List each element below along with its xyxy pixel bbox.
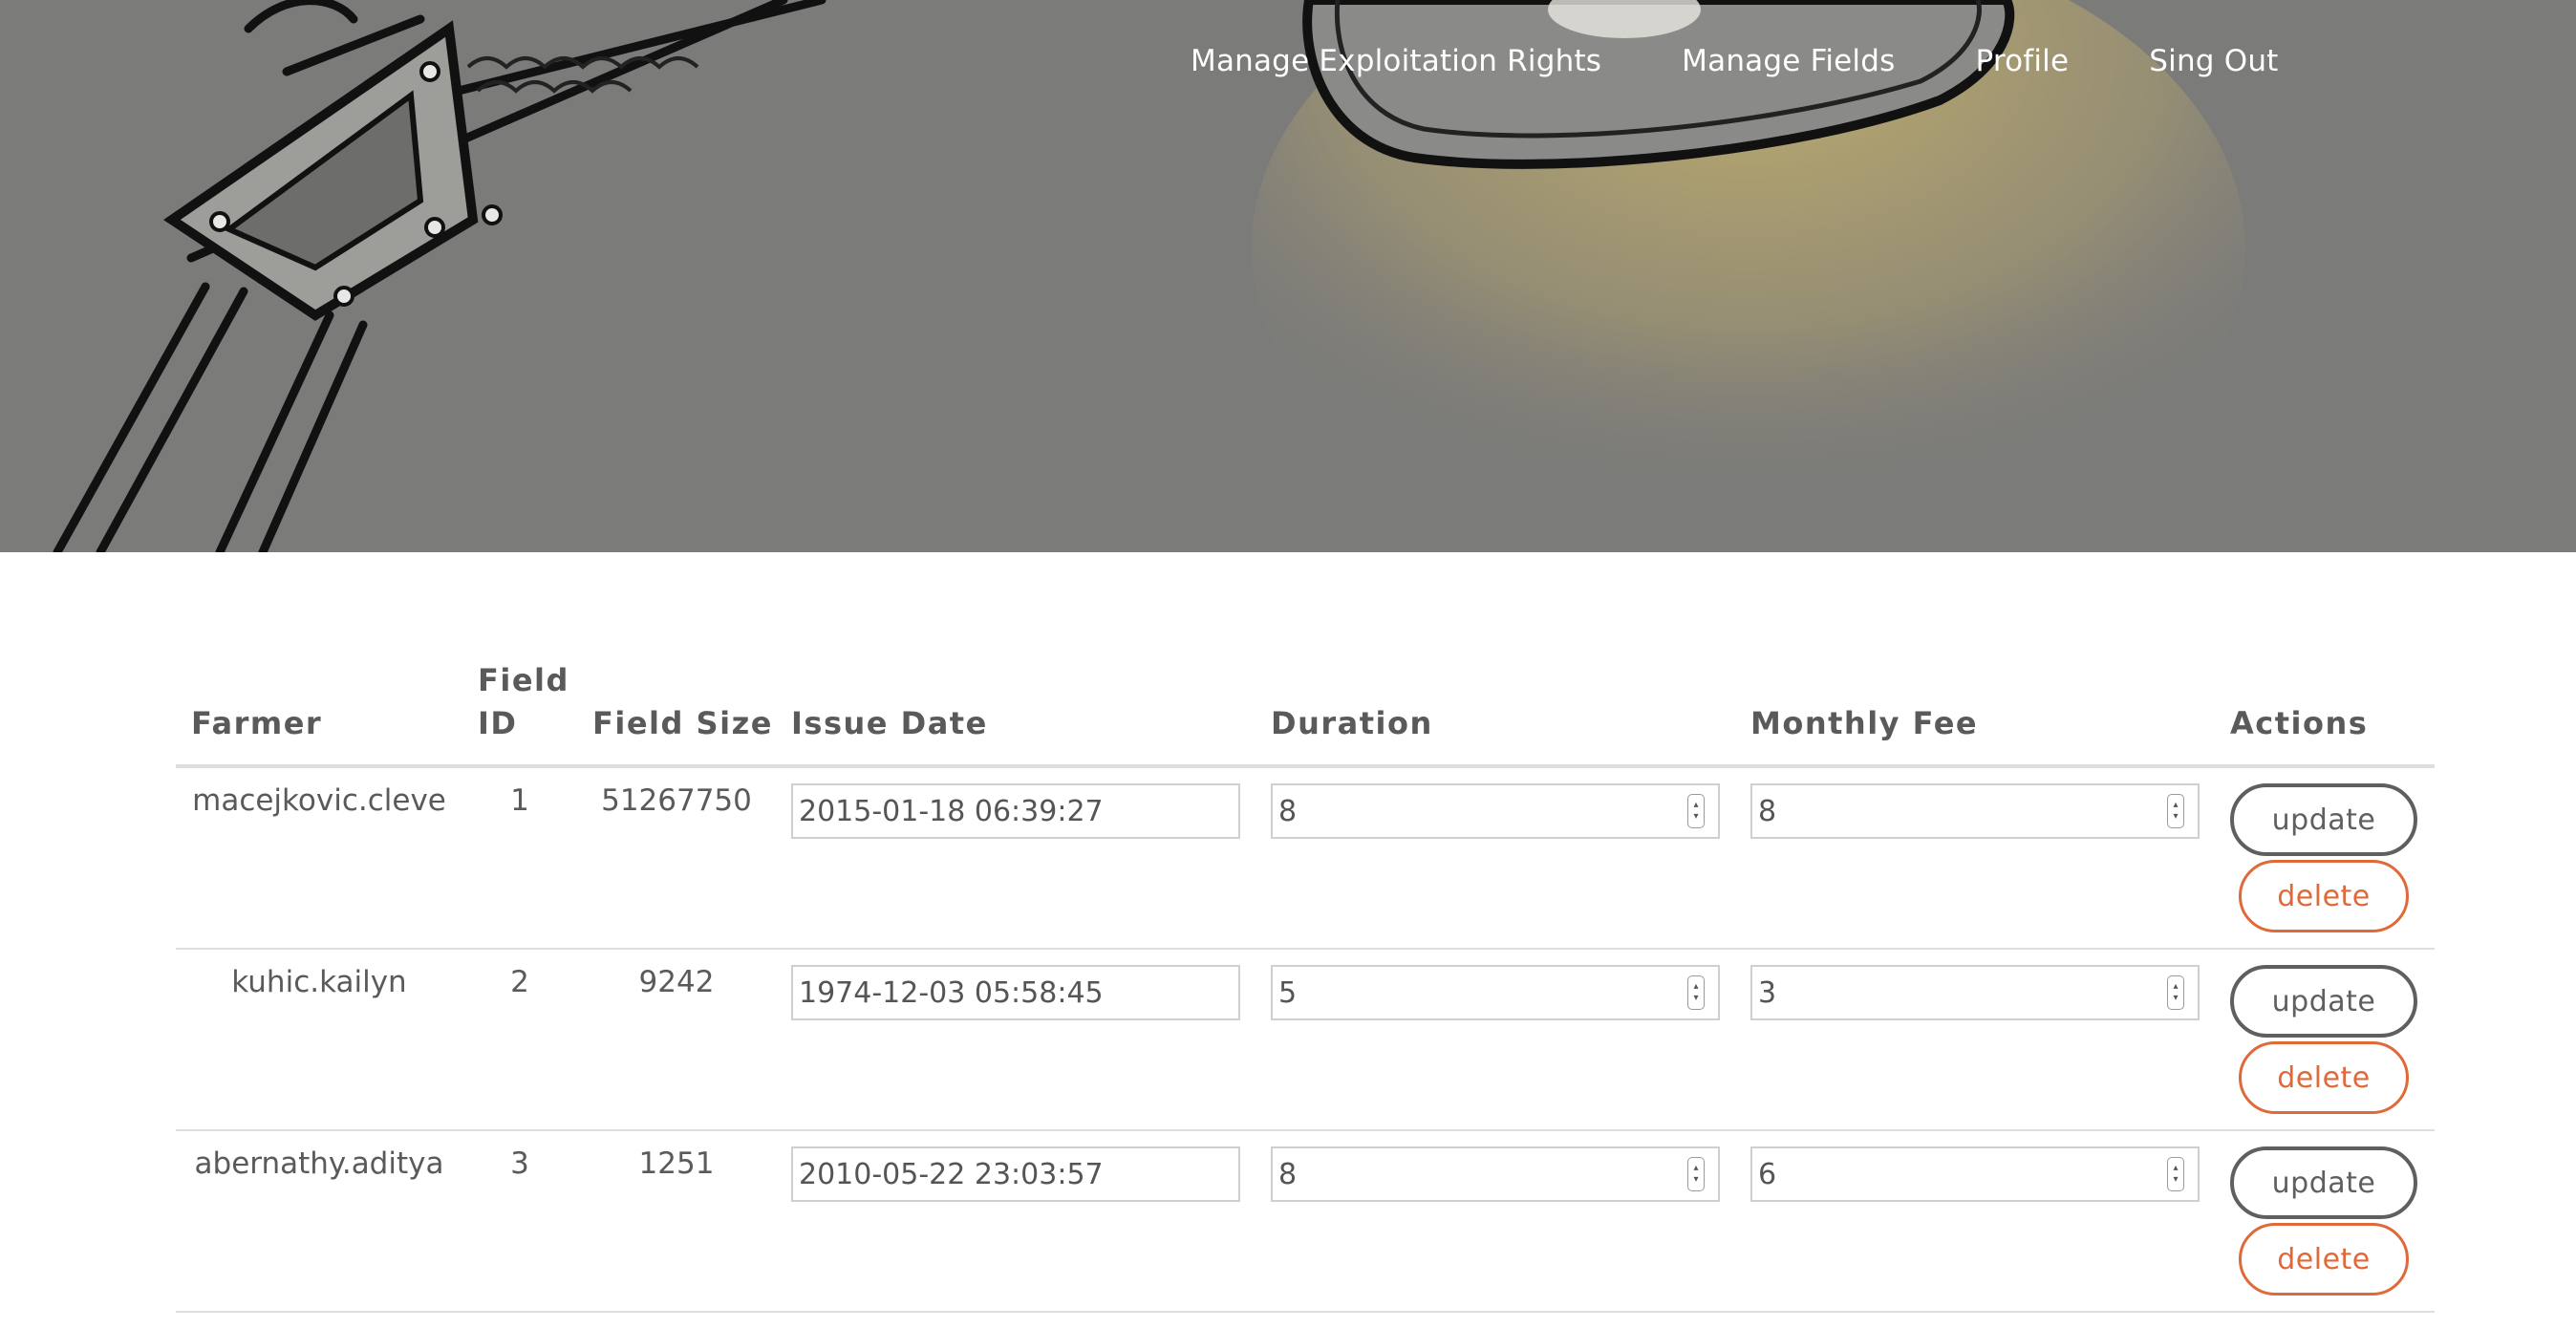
duration-value: 8: [1278, 794, 1298, 828]
header-field-size: Field Size: [577, 659, 776, 768]
spinner-icon[interactable]: ▴ ▾: [1687, 794, 1705, 828]
monthly-fee-value: 3: [1758, 975, 1777, 1010]
table-row: abernathy.aditya 3 1251 2010-05-22 23:03…: [176, 1130, 2435, 1313]
actions-group: update delete: [2230, 965, 2417, 1114]
header-actions: Actions: [2215, 659, 2435, 768]
spinner-icon[interactable]: ▴ ▾: [2167, 975, 2184, 1010]
field-size-cell: 1251: [577, 1130, 776, 1313]
spinner-icon[interactable]: ▴ ▾: [1687, 975, 1705, 1010]
table-row: kuhic.kailyn 2 9242 1974-12-03 05:58:45 …: [176, 949, 2435, 1131]
actions-group: update delete: [2230, 1146, 2417, 1296]
issue-date-value: 2010-05-22 23:03:57: [799, 1157, 1104, 1191]
field-id-cell: 3: [462, 1130, 577, 1313]
monthly-fee-cell: 8 ▴ ▾: [1735, 766, 2215, 950]
nav-manage-fields[interactable]: Manage Fields: [1682, 44, 1895, 78]
duration-input[interactable]: 8 ▴ ▾: [1271, 1146, 1720, 1202]
duration-cell: 8 ▴ ▾: [1256, 766, 1735, 950]
header-issue-date: Issue Date: [776, 659, 1256, 768]
farmer-cell: macejkovic.cleve: [176, 766, 462, 950]
issue-date-input[interactable]: 2015-01-18 06:39:27: [791, 783, 1240, 839]
monthly-fee-value: 6: [1758, 1157, 1777, 1191]
duration-input[interactable]: 5 ▴ ▾: [1271, 965, 1720, 1020]
issue-date-cell: 1974-12-03 05:58:45: [776, 949, 1256, 1131]
field-size-cell: 51267750: [577, 766, 776, 950]
farmer-cell: abernathy.aditya: [176, 1130, 462, 1313]
issue-date-cell: 2010-05-22 23:03:57: [776, 1130, 1256, 1313]
update-button[interactable]: update: [2230, 965, 2417, 1038]
table-row: macejkovic.cleve 1 51267750 2015-01-18 0…: [176, 766, 2435, 950]
exploitation-rights-table-container: Farmer Field ID Field Size Issue Date Du…: [176, 659, 2435, 1313]
header-duration: Duration: [1256, 659, 1735, 768]
monthly-fee-input[interactable]: 6 ▴ ▾: [1750, 1146, 2200, 1202]
header-monthly-fee: Monthly Fee: [1735, 659, 2215, 768]
field-id-cell: 1: [462, 766, 577, 950]
actions-cell: update delete: [2215, 766, 2435, 950]
exploitation-rights-table: Farmer Field ID Field Size Issue Date Du…: [176, 659, 2435, 1313]
delete-button[interactable]: delete: [2239, 1041, 2409, 1114]
monthly-fee-cell: 6 ▴ ▾: [1735, 1130, 2215, 1313]
nav-manage-exploitation-rights[interactable]: Manage Exploitation Rights: [1191, 44, 1601, 78]
field-size-cell: 9242: [577, 949, 776, 1131]
actions-cell: update delete: [2215, 949, 2435, 1131]
spinner-icon[interactable]: ▴ ▾: [2167, 1157, 2184, 1191]
table-header-row: Farmer Field ID Field Size Issue Date Du…: [176, 659, 2435, 768]
issue-date-input[interactable]: 1974-12-03 05:58:45: [791, 965, 1240, 1020]
duration-value: 5: [1278, 975, 1298, 1010]
duration-value: 8: [1278, 1157, 1298, 1191]
duration-input[interactable]: 8 ▴ ▾: [1271, 783, 1720, 839]
spinner-icon[interactable]: ▴ ▾: [1687, 1157, 1705, 1191]
duration-cell: 8 ▴ ▾: [1256, 1130, 1735, 1313]
field-id-cell: 2: [462, 949, 577, 1131]
actions-cell: update delete: [2215, 1130, 2435, 1313]
nav-profile[interactable]: Profile: [1975, 44, 2069, 78]
farmer-cell: kuhic.kailyn: [176, 949, 462, 1131]
top-nav: Manage Exploitation Rights Manage Fields…: [1191, 44, 2279, 78]
update-button[interactable]: update: [2230, 1146, 2417, 1219]
duration-cell: 5 ▴ ▾: [1256, 949, 1735, 1131]
issue-date-value: 2015-01-18 06:39:27: [799, 794, 1104, 828]
issue-date-cell: 2015-01-18 06:39:27: [776, 766, 1256, 950]
monthly-fee-value: 8: [1758, 794, 1777, 828]
monthly-fee-input[interactable]: 8 ▴ ▾: [1750, 783, 2200, 839]
monthly-fee-input[interactable]: 3 ▴ ▾: [1750, 965, 2200, 1020]
header-field-id: Field ID: [462, 659, 577, 768]
delete-button[interactable]: delete: [2239, 1223, 2409, 1296]
hero-banner: Manage Exploitation Rights Manage Fields…: [0, 0, 2576, 552]
nav-sign-out[interactable]: Sing Out: [2149, 44, 2278, 78]
header-farmer: Farmer: [176, 659, 462, 768]
issue-date-input[interactable]: 2010-05-22 23:03:57: [791, 1146, 1240, 1202]
actions-group: update delete: [2230, 783, 2417, 932]
issue-date-value: 1974-12-03 05:58:45: [799, 975, 1104, 1010]
spinner-icon[interactable]: ▴ ▾: [2167, 794, 2184, 828]
monthly-fee-cell: 3 ▴ ▾: [1735, 949, 2215, 1131]
delete-button[interactable]: delete: [2239, 860, 2409, 932]
hero-illustration: [53, 0, 2245, 552]
update-button[interactable]: update: [2230, 783, 2417, 856]
